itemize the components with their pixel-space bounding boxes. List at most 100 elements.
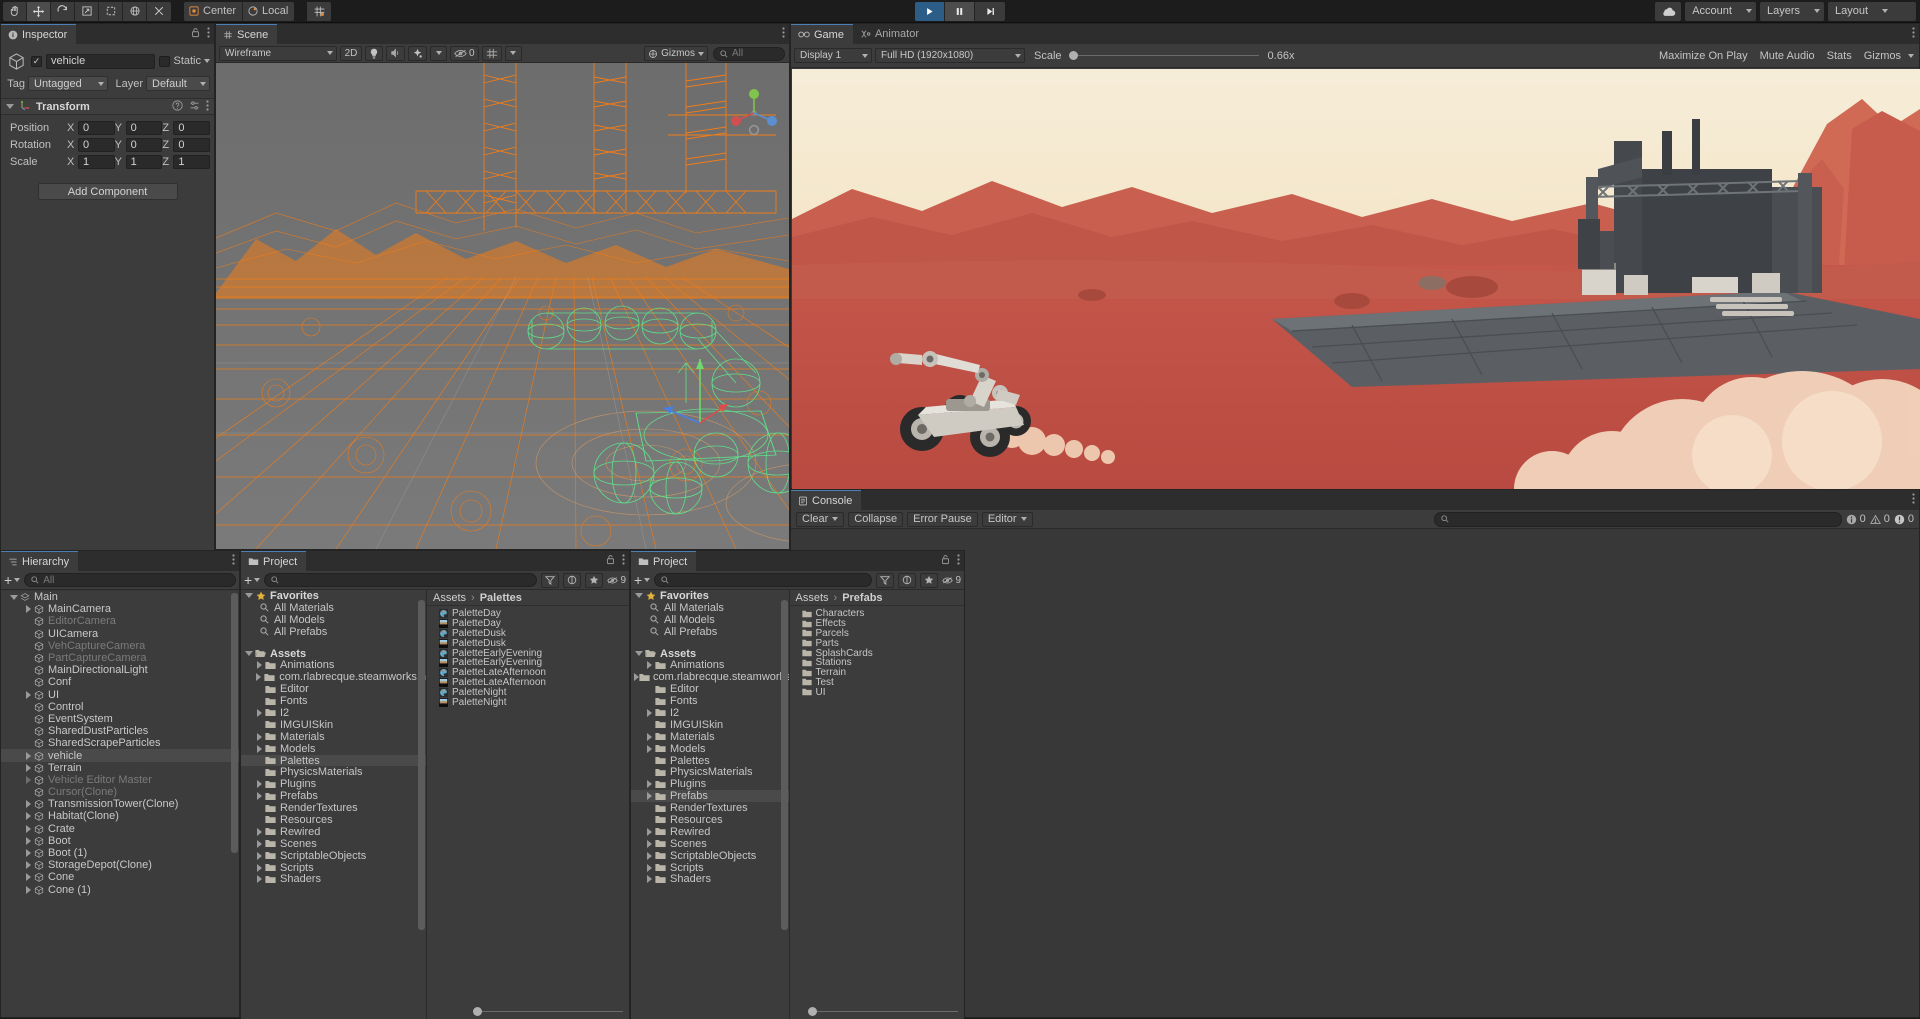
- cloud-icon[interactable]: [1655, 2, 1681, 21]
- rotation-x-field[interactable]: 0: [78, 138, 115, 152]
- static-checkbox[interactable]: [159, 56, 170, 67]
- kebab-menu-icon[interactable]: [232, 554, 235, 568]
- tab-project-2[interactable]: Project: [631, 551, 696, 571]
- error-count-group[interactable]: 0: [1894, 513, 1914, 525]
- expand-arrow-collapsed[interactable]: [23, 800, 33, 808]
- expand-arrow-collapsed[interactable]: [254, 673, 264, 681]
- project1-zoom-slider[interactable]: [473, 1005, 623, 1017]
- chevron-down-icon[interactable]: [832, 517, 838, 521]
- game-gizmos-toggle[interactable]: Gizmos: [1864, 50, 1901, 62]
- folder-scripts[interactable]: Scripts: [241, 862, 426, 874]
- folder-scenes[interactable]: Scenes: [631, 838, 789, 850]
- hierarchy-item-cone-1[interactable]: Cone (1): [1, 884, 239, 896]
- hierarchy-item-ui[interactable]: UI: [1, 689, 239, 701]
- tag-dropdown[interactable]: Untagged: [28, 76, 108, 91]
- favorite-all-prefabs[interactable]: All Prefabs: [241, 626, 426, 638]
- hierarchy-item-maindirectionallight[interactable]: MainDirectionalLight: [1, 664, 239, 676]
- expand-arrow-collapsed[interactable]: [254, 745, 264, 753]
- object-name-field[interactable]: vehicle: [46, 54, 155, 69]
- expand-arrow-expanded[interactable]: [244, 593, 254, 598]
- add-gameobject-button[interactable]: +: [4, 572, 20, 588]
- custom-tool-button[interactable]: [147, 2, 171, 21]
- hierarchy-tree[interactable]: MainMainCameraEditorCameraUICameraVehCap…: [1, 591, 239, 1017]
- project2-filter-label-icon[interactable]: [876, 573, 894, 588]
- folder-imguiskin[interactable]: IMGUISkin: [241, 719, 426, 731]
- folder-scripts[interactable]: Scripts: [631, 862, 789, 874]
- lock-icon[interactable]: [606, 554, 615, 568]
- expand-arrow-collapsed[interactable]: [644, 709, 654, 717]
- project2-folder-tree[interactable]: FavoritesAll MaterialsAll ModelsAll Pref…: [631, 590, 790, 1019]
- tab-inspector[interactable]: Inspector: [1, 24, 76, 44]
- lock-icon[interactable]: [941, 554, 950, 568]
- expand-arrow-collapsed[interactable]: [254, 780, 264, 788]
- scene-visibility-toggle[interactable]: 0: [450, 46, 479, 61]
- scene-grid-icon[interactable]: [482, 46, 502, 61]
- expand-arrow-collapsed[interactable]: [23, 812, 33, 820]
- stats-toggle[interactable]: Stats: [1827, 50, 1852, 62]
- folder-plugins[interactable]: Plugins: [631, 778, 789, 790]
- expand-arrow-collapsed[interactable]: [644, 661, 654, 669]
- project1-count-badge[interactable]: 9: [607, 575, 626, 586]
- handle-space-button[interactable]: Local: [243, 2, 294, 21]
- folder-resources[interactable]: Resources: [631, 814, 789, 826]
- layout-dropdown[interactable]: Layout: [1828, 2, 1916, 21]
- hierarchy-item-main[interactable]: Main: [1, 591, 239, 603]
- scene-lighting-icon[interactable]: [365, 46, 383, 61]
- project1-search-input[interactable]: [264, 573, 537, 587]
- folder-editor[interactable]: Editor: [631, 683, 789, 695]
- breadcrumb-current[interactable]: Palettes: [480, 592, 522, 604]
- favorite-all-models[interactable]: All Models: [241, 614, 426, 626]
- scale-tool-button[interactable]: [75, 2, 99, 21]
- expand-arrow-collapsed[interactable]: [644, 864, 654, 872]
- play-button[interactable]: [915, 2, 945, 21]
- folder-palettes[interactable]: Palettes: [241, 755, 426, 767]
- project2-favorite-icon[interactable]: [920, 573, 938, 588]
- hierarchy-item-control[interactable]: Control: [1, 701, 239, 713]
- kebab-menu-icon[interactable]: [207, 27, 210, 41]
- project2-search-input[interactable]: [654, 573, 872, 587]
- folder-shaders[interactable]: Shaders: [631, 873, 789, 885]
- layers-dropdown[interactable]: Layers: [1760, 2, 1824, 21]
- hierarchy-item-storagedepot-clone[interactable]: StorageDepot(Clone): [1, 859, 239, 871]
- folder-physicsmaterials[interactable]: PhysicsMaterials: [241, 766, 426, 778]
- project2-count-badge[interactable]: 9: [942, 575, 961, 586]
- folder-editor[interactable]: Editor: [241, 683, 426, 695]
- expand-arrow-collapsed[interactable]: [23, 886, 33, 894]
- expand-arrow-collapsed[interactable]: [254, 828, 264, 836]
- grid-snap-icon[interactable]: [307, 2, 331, 21]
- expand-arrow-collapsed[interactable]: [23, 776, 33, 784]
- pivot-mode-button[interactable]: Center: [184, 2, 243, 21]
- folder-prefabs[interactable]: Prefabs: [241, 790, 426, 802]
- expand-arrow-collapsed[interactable]: [254, 661, 264, 669]
- static-toggle[interactable]: Static: [159, 55, 210, 67]
- folder-fonts[interactable]: Fonts: [241, 695, 426, 707]
- favorite-all-materials[interactable]: All Materials: [241, 602, 426, 614]
- folder-tree-scrollbar[interactable]: [781, 592, 788, 1007]
- kebab-menu-icon[interactable]: [1912, 27, 1915, 41]
- console-search-input[interactable]: [1434, 512, 1842, 527]
- scene-viewport[interactable]: [216, 63, 789, 549]
- lock-icon[interactable]: [191, 27, 200, 41]
- display-dropdown[interactable]: Display 1: [794, 48, 872, 63]
- shading-mode-dropdown[interactable]: Wireframe: [219, 46, 337, 61]
- hierarchy-item-vehcapturecamera[interactable]: VehCaptureCamera: [1, 640, 239, 652]
- tab-hierarchy[interactable]: Hierarchy: [1, 551, 78, 571]
- account-dropdown[interactable]: Account: [1685, 2, 1756, 21]
- folder-materials[interactable]: Materials: [241, 731, 426, 743]
- move-tool-button[interactable]: [27, 2, 51, 21]
- hierarchy-item-cursor-clone[interactable]: Cursor(Clone): [1, 786, 239, 798]
- asset-ui[interactable]: UI: [790, 687, 965, 697]
- breadcrumb-current[interactable]: Prefabs: [842, 592, 882, 604]
- project1-filter-type-icon[interactable]: [563, 573, 581, 588]
- hierarchy-item-uicamera[interactable]: UICamera: [1, 628, 239, 640]
- scene-search-input[interactable]: All: [713, 47, 785, 61]
- hierarchy-item-partcapturecamera[interactable]: PartCaptureCamera: [1, 652, 239, 664]
- editor-dropdown[interactable]: Editor: [982, 512, 1033, 527]
- step-button[interactable]: [975, 2, 1005, 21]
- folder-imguiskin[interactable]: IMGUISkin: [631, 719, 789, 731]
- folder-fonts[interactable]: Fonts: [631, 695, 789, 707]
- position-z-field[interactable]: 0: [173, 121, 210, 135]
- expand-arrow-collapsed[interactable]: [644, 852, 654, 860]
- expand-arrow-collapsed[interactable]: [644, 780, 654, 788]
- hand-tool-button[interactable]: [3, 2, 27, 21]
